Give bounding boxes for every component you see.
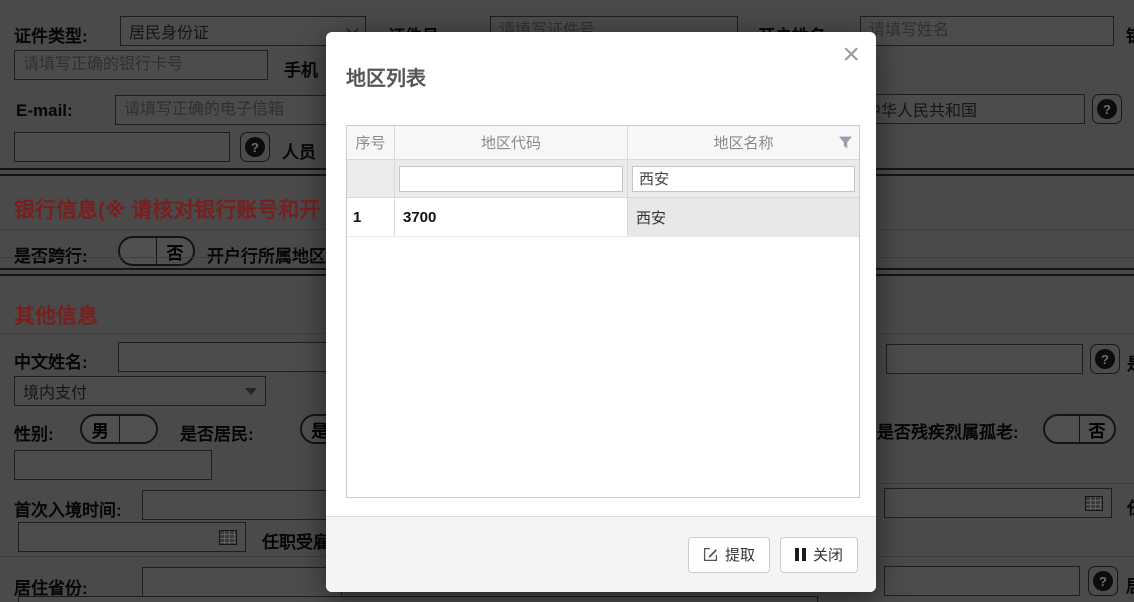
- personnel-label: 人员: [282, 143, 316, 162]
- close-icon[interactable]: ×: [842, 40, 860, 70]
- row8-help-button[interactable]: ?: [1090, 344, 1120, 374]
- question-icon: ?: [1095, 349, 1115, 369]
- right-province-field-wrap: [884, 566, 1080, 596]
- extract-button[interactable]: 提取: [687, 536, 770, 573]
- calendar-icon[interactable]: [219, 529, 237, 545]
- cross-bank-label: 是否跨行:: [14, 247, 88, 266]
- filter-code-cell: [395, 160, 628, 197]
- row-name-cell[interactable]: 西安: [628, 198, 859, 236]
- id-type-label: 证件类型:: [14, 27, 88, 46]
- misc-input[interactable]: [14, 132, 230, 162]
- modal-close-button[interactable]: 关闭: [779, 536, 858, 573]
- gender-toggle[interactable]: 男: [80, 414, 158, 444]
- question-icon: ?: [245, 137, 265, 157]
- code-filter-input[interactable]: [399, 165, 623, 192]
- misc-field-wrap: [14, 132, 230, 162]
- nationality-value: 中华人民共和国: [865, 103, 978, 120]
- misc-help-button[interactable]: ?: [240, 132, 270, 162]
- toggle-value: 男: [91, 421, 109, 441]
- clipped-label-row8: 是: [1127, 350, 1134, 375]
- bank-section-title: 银行信息(※ 请核对银行账号和开: [14, 199, 321, 222]
- account-name-input[interactable]: [860, 16, 1114, 46]
- clipped-label-row1: 银: [1126, 22, 1134, 47]
- modal-title: 地区列表: [346, 68, 426, 90]
- filter-name-cell: [628, 160, 859, 197]
- region-list-modal: 地区列表 × 序号 地区代码 地区名称 西安 1 3700 西安 提取 关闭: [326, 32, 876, 592]
- bank-region-label: 开户行所属地区: [207, 247, 326, 266]
- toggle-value: 否: [156, 238, 193, 264]
- disabled-elder-label: 是否残疾烈属孤老:: [877, 423, 1019, 442]
- account-name-field-wrap: [860, 16, 1114, 46]
- right-field-wrap: [886, 344, 1083, 374]
- toggle-value: 否: [1079, 416, 1114, 442]
- date-input[interactable]: [18, 522, 246, 552]
- mobile-label: 手机: [284, 61, 318, 80]
- header-code: 地区代码: [395, 126, 628, 159]
- chinese-name-label: 中文姓名:: [14, 353, 88, 372]
- cross-bank-toggle[interactable]: 否: [118, 236, 195, 266]
- table-filter-row: [347, 160, 859, 198]
- region-table: 序号 地区代码 地区名称 西安 1 3700 西安: [346, 125, 860, 498]
- resident-label: 是否居民:: [180, 425, 254, 444]
- divider: [876, 483, 1134, 484]
- question-icon: ?: [1093, 571, 1113, 591]
- payment-method-select[interactable]: 境内支付: [14, 376, 266, 406]
- clipped-label-row14: 居: [1126, 572, 1134, 597]
- header-no: 序号: [347, 126, 395, 159]
- edit-icon: [703, 547, 718, 562]
- bank-card-input[interactable]: [14, 50, 268, 80]
- row11-input[interactable]: [14, 450, 212, 480]
- clipped-label-row12: 任: [1127, 494, 1134, 519]
- dropdown-arrow-icon: [245, 387, 257, 395]
- right-date-input[interactable]: [884, 488, 1112, 518]
- extract-button-label: 提取: [724, 547, 755, 564]
- calendar-icon[interactable]: [1085, 495, 1103, 511]
- row-code-cell[interactable]: 3700: [395, 198, 628, 236]
- row-no-cell[interactable]: 1: [347, 198, 395, 236]
- toggle-empty-cell: [1045, 416, 1079, 442]
- province-help-button[interactable]: ?: [1088, 566, 1118, 596]
- table-header-row: 序号 地区代码 地区名称: [347, 126, 859, 160]
- payment-method-value: 境内支付: [23, 385, 88, 402]
- header-name-label: 地区名称: [713, 135, 774, 152]
- header-name: 地区名称: [628, 126, 859, 159]
- app-screen: 证件类型: 居民身份证 证件号: 开户姓名: 银 手机 E-mail: 中华人民…: [0, 0, 1134, 602]
- province-input[interactable]: [142, 567, 342, 597]
- row11-field-wrap: [14, 450, 212, 480]
- id-type-value: 居民身份证: [129, 25, 210, 42]
- name-filter-input[interactable]: [632, 165, 855, 192]
- right-row8-input[interactable]: [886, 344, 1083, 374]
- next-row-input-sliver: [18, 596, 818, 602]
- other-section-title: 其他信息: [14, 305, 98, 328]
- table-row[interactable]: 1 3700 西安: [347, 198, 859, 237]
- filter-funnel-icon[interactable]: [838, 135, 853, 154]
- disabled-elder-toggle[interactable]: 否: [1043, 414, 1116, 444]
- toggle-empty-cell: [118, 416, 157, 442]
- toggle-empty-cell: [120, 238, 156, 264]
- gender-label: 性别:: [14, 425, 54, 444]
- bank-card-field-wrap: [14, 50, 268, 80]
- first-entry-label: 首次入境时间:: [14, 501, 122, 520]
- modal-footer: 提取 关闭: [326, 516, 876, 592]
- province-field-wrap: [142, 567, 342, 597]
- right-province-input[interactable]: [884, 566, 1080, 596]
- pause-icon: [794, 548, 806, 561]
- question-icon: ?: [1097, 99, 1117, 119]
- filter-no-cell: [347, 160, 395, 197]
- close-button-label: 关闭: [812, 547, 843, 564]
- email-label: E-mail:: [16, 101, 73, 120]
- nationality-help-button[interactable]: ?: [1092, 94, 1122, 124]
